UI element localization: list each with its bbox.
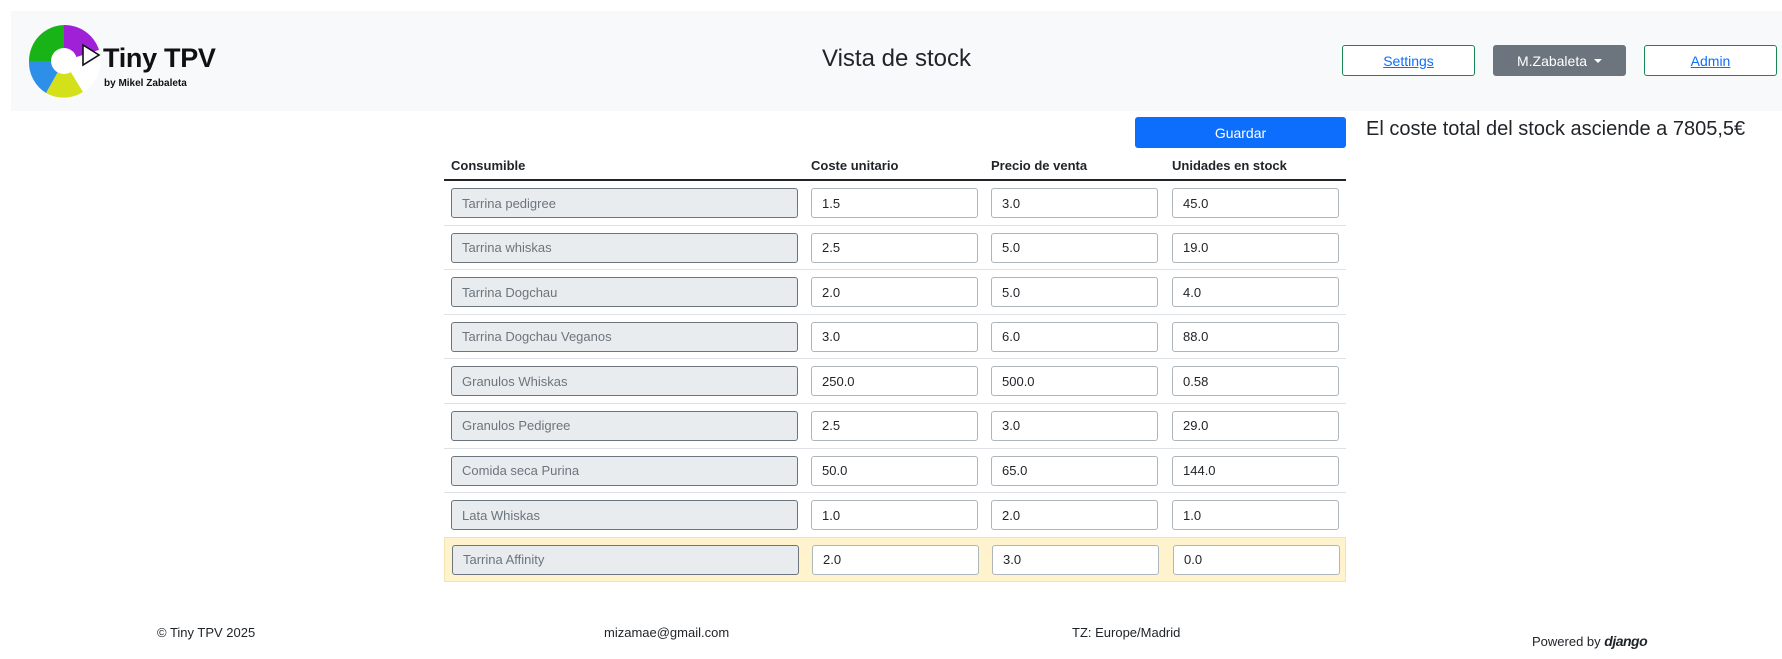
consumible-name-field[interactable]: Lata Whiskas — [451, 500, 798, 531]
stock-units-input[interactable]: 1.0 — [1172, 500, 1339, 531]
save-button[interactable]: Guardar — [1135, 117, 1346, 148]
user-menu-dropdown[interactable]: M.Zabaleta — [1493, 45, 1626, 76]
stock-units-input[interactable]: 144.0 — [1172, 455, 1339, 486]
unit-cost-input[interactable]: 1.0 — [811, 500, 978, 531]
consumible-name-field[interactable]: Tarrina whiskas — [451, 232, 798, 263]
footer-email: mizamae@gmail.com — [604, 625, 730, 640]
brand-subtitle: by Mikel Zabaleta — [104, 78, 187, 89]
admin-button[interactable]: Admin — [1644, 45, 1777, 76]
table-row: Granulos Whiskas 250.0 500.0 0.58 — [444, 359, 1346, 404]
unit-cost-input[interactable]: 3.0 — [811, 321, 978, 352]
stock-units-input[interactable]: 4.0 — [1172, 277, 1339, 308]
column-header-unidades-stock: Unidades en stock — [1172, 158, 1287, 173]
consumible-name-field[interactable]: Granulos Whiskas — [451, 366, 798, 397]
sale-price-input[interactable]: 65.0 — [991, 455, 1158, 486]
table-row: Tarrina whiskas 2.5 5.0 19.0 — [444, 226, 1346, 271]
sale-price-input[interactable]: 3.0 — [991, 188, 1158, 218]
table-row: Tarrina Affinity 2.0 3.0 0.0 — [444, 537, 1346, 583]
consumible-name-field[interactable]: Tarrina Dogchau Veganos — [451, 321, 798, 352]
settings-button[interactable]: Settings — [1342, 45, 1475, 76]
column-header-coste-unitario: Coste unitario — [811, 158, 899, 173]
stock-total-text: El coste total del stock asciende a 7805… — [1366, 118, 1746, 140]
sale-price-input[interactable]: 6.0 — [991, 321, 1158, 352]
footer-copyright: © Tiny TPV 2025 — [157, 625, 256, 640]
unit-cost-input[interactable]: 2.5 — [811, 410, 978, 441]
unit-cost-input[interactable]: 1.5 — [811, 188, 978, 218]
consumible-name-field[interactable]: Tarrina Affinity — [452, 544, 799, 575]
sale-price-input[interactable]: 5.0 — [991, 232, 1158, 263]
stock-units-input[interactable]: 29.0 — [1172, 410, 1339, 441]
consumible-name-field[interactable]: Comida seca Purina — [451, 455, 798, 486]
unit-cost-input[interactable]: 2.0 — [811, 277, 978, 308]
unit-cost-input[interactable]: 2.5 — [811, 232, 978, 263]
column-header-precio-venta: Precio de venta — [991, 158, 1088, 173]
footer-powered-by: Powered by django — [1532, 633, 1648, 649]
stock-units-input[interactable]: 19.0 — [1172, 232, 1339, 263]
table-row: Lata Whiskas 1.0 2.0 1.0 — [444, 493, 1346, 538]
stock-units-input[interactable]: 88.0 — [1172, 321, 1339, 352]
table-row: Tarrina Dogchau Veganos 3.0 6.0 88.0 — [444, 315, 1346, 360]
stock-units-input[interactable]: 45.0 — [1172, 188, 1339, 218]
stock-units-input[interactable]: 0.0 — [1173, 544, 1340, 575]
table-row: Granulos Pedigree 2.5 3.0 29.0 — [444, 404, 1346, 449]
sale-price-input[interactable]: 500.0 — [991, 366, 1158, 397]
sale-price-input[interactable]: 3.0 — [991, 410, 1158, 441]
sale-price-input[interactable]: 5.0 — [991, 277, 1158, 308]
navbar: Tiny TPV by Mikel Zabaleta Vista de stoc… — [11, 11, 1782, 111]
table-row: Comida seca Purina 50.0 65.0 144.0 — [444, 449, 1346, 494]
consumible-name-field[interactable]: Tarrina pedigree — [451, 188, 798, 218]
consumible-name-field[interactable]: Tarrina Dogchau — [451, 277, 798, 308]
stock-units-input[interactable]: 0.58 — [1172, 366, 1339, 397]
stock-table: Consumible Coste unitario Precio de vent… — [444, 150, 1346, 583]
chevron-down-icon — [1594, 58, 1603, 63]
django-logo: django — [1604, 633, 1648, 649]
unit-cost-input[interactable]: 2.0 — [812, 544, 979, 575]
column-header-consumible: Consumible — [451, 158, 526, 173]
table-row: Tarrina pedigree 1.5 3.0 45.0 — [444, 181, 1346, 226]
unit-cost-input[interactable]: 50.0 — [811, 455, 978, 486]
sale-price-input[interactable]: 2.0 — [991, 500, 1158, 531]
unit-cost-input[interactable]: 250.0 — [811, 366, 978, 397]
footer-timezone: TZ: Europe/Madrid — [1072, 625, 1181, 640]
sale-price-input[interactable]: 3.0 — [992, 544, 1159, 575]
user-menu-label: M.Zabaleta — [1516, 52, 1588, 69]
table-body: Tarrina pedigree 1.5 3.0 45.0 Tarrina whiska… — [444, 181, 1346, 583]
table-row: Tarrina Dogchau 2.0 5.0 4.0 — [444, 270, 1346, 315]
table-header: Consumible Coste unitario Precio de vent… — [444, 150, 1346, 181]
consumible-name-field[interactable]: Granulos Pedigree — [451, 410, 798, 441]
powered-by-label: Powered by — [1532, 634, 1601, 649]
